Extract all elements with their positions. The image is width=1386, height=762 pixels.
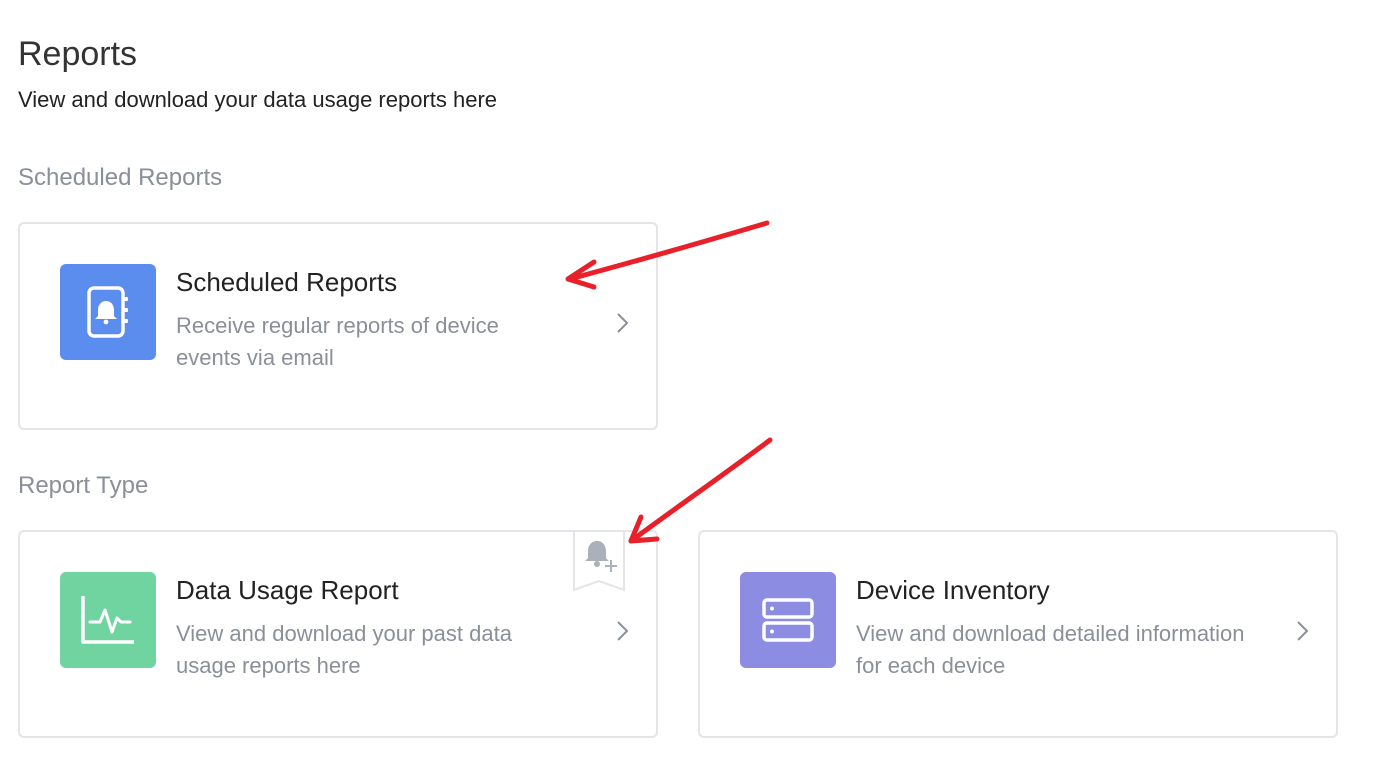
annotation-arrow <box>628 437 773 544</box>
bell-plus-icon <box>573 530 625 592</box>
data-usage-report-card[interactable]: Data Usage Report View and download your… <box>18 530 658 738</box>
scheduled-reports-card[interactable]: Scheduled Reports Receive regular report… <box>18 222 658 430</box>
device-inventory-card-title: Device Inventory <box>856 575 1050 605</box>
chevron-right-icon <box>617 313 629 333</box>
scheduled-reports-card-description: Receive regular reports of device events… <box>176 313 499 370</box>
data-usage-report-card-description: View and download your past data usage r… <box>176 621 512 678</box>
device-inventory-card-description: View and download detailed information f… <box>856 621 1245 678</box>
server-icon <box>740 572 836 668</box>
section-label-report-type: Report Type <box>18 472 149 499</box>
page-title: Reports <box>18 35 138 73</box>
notebook-bell-icon <box>60 264 156 360</box>
device-inventory-card[interactable]: Device Inventory View and download detai… <box>698 530 1338 738</box>
section-label-scheduled-reports: Scheduled Reports <box>18 164 223 191</box>
chevron-right-icon <box>617 621 629 641</box>
subscribe-bookmark-button[interactable] <box>573 530 625 592</box>
page-subtitle: View and download your data usage report… <box>18 87 498 112</box>
chevron-right-icon <box>1297 621 1309 641</box>
scheduled-reports-card-title: Scheduled Reports <box>176 267 398 297</box>
data-usage-report-card-title: Data Usage Report <box>176 575 399 605</box>
activity-chart-icon <box>60 572 156 668</box>
